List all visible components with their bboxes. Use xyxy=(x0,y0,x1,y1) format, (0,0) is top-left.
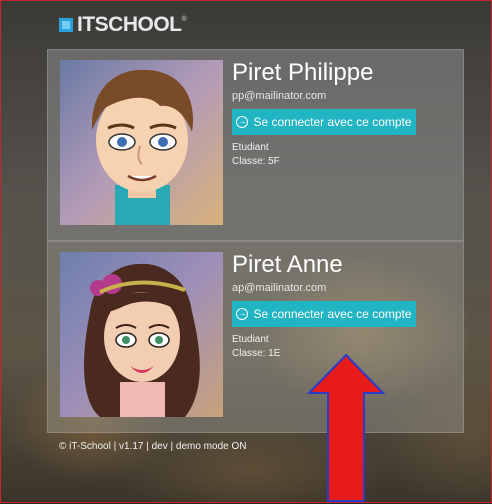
footer-version-info: © iT-School | v1.17 | dev | demo mode ON xyxy=(59,441,247,452)
login-button-label: Se connecter avec ce compte xyxy=(253,307,412,321)
logo-registered-mark: ® xyxy=(181,16,187,23)
login-screen: ITSCHOOL ® Piret Philippe pp@mailinator.… xyxy=(0,0,492,503)
account-role: Etudiant xyxy=(232,142,269,153)
login-button-label: Se connecter avec ce compte xyxy=(253,115,412,129)
login-as-anne-button[interactable]: → Se connecter avec ce compte xyxy=(232,301,416,327)
logo-text: ITSCHOOL xyxy=(77,13,182,36)
arrow-circle-right-icon: → xyxy=(236,308,249,320)
avatar-philippe xyxy=(60,60,223,225)
account-email: ap@mailinator.com xyxy=(232,282,327,294)
account-email: pp@mailinator.com xyxy=(232,90,327,102)
itschool-logo: ITSCHOOL ® xyxy=(59,13,187,36)
account-card-anne: Piret Anne ap@mailinator.com → Se connec… xyxy=(47,241,464,433)
account-class: Classe: 5F xyxy=(232,156,280,167)
account-class: Classe: 1E xyxy=(232,348,281,359)
avatar-anne xyxy=(60,252,223,417)
login-as-philippe-button[interactable]: → Se connecter avec ce compte xyxy=(232,109,416,135)
account-name: Piret Anne xyxy=(232,251,343,278)
account-name: Piret Philippe xyxy=(232,59,374,86)
logo-mark-icon xyxy=(59,18,73,32)
account-role: Etudiant xyxy=(232,334,269,345)
arrow-circle-right-icon: → xyxy=(236,116,249,128)
account-card-philippe: Piret Philippe pp@mailinator.com → Se co… xyxy=(47,49,464,241)
red-arrow-annotation-icon xyxy=(306,353,386,502)
